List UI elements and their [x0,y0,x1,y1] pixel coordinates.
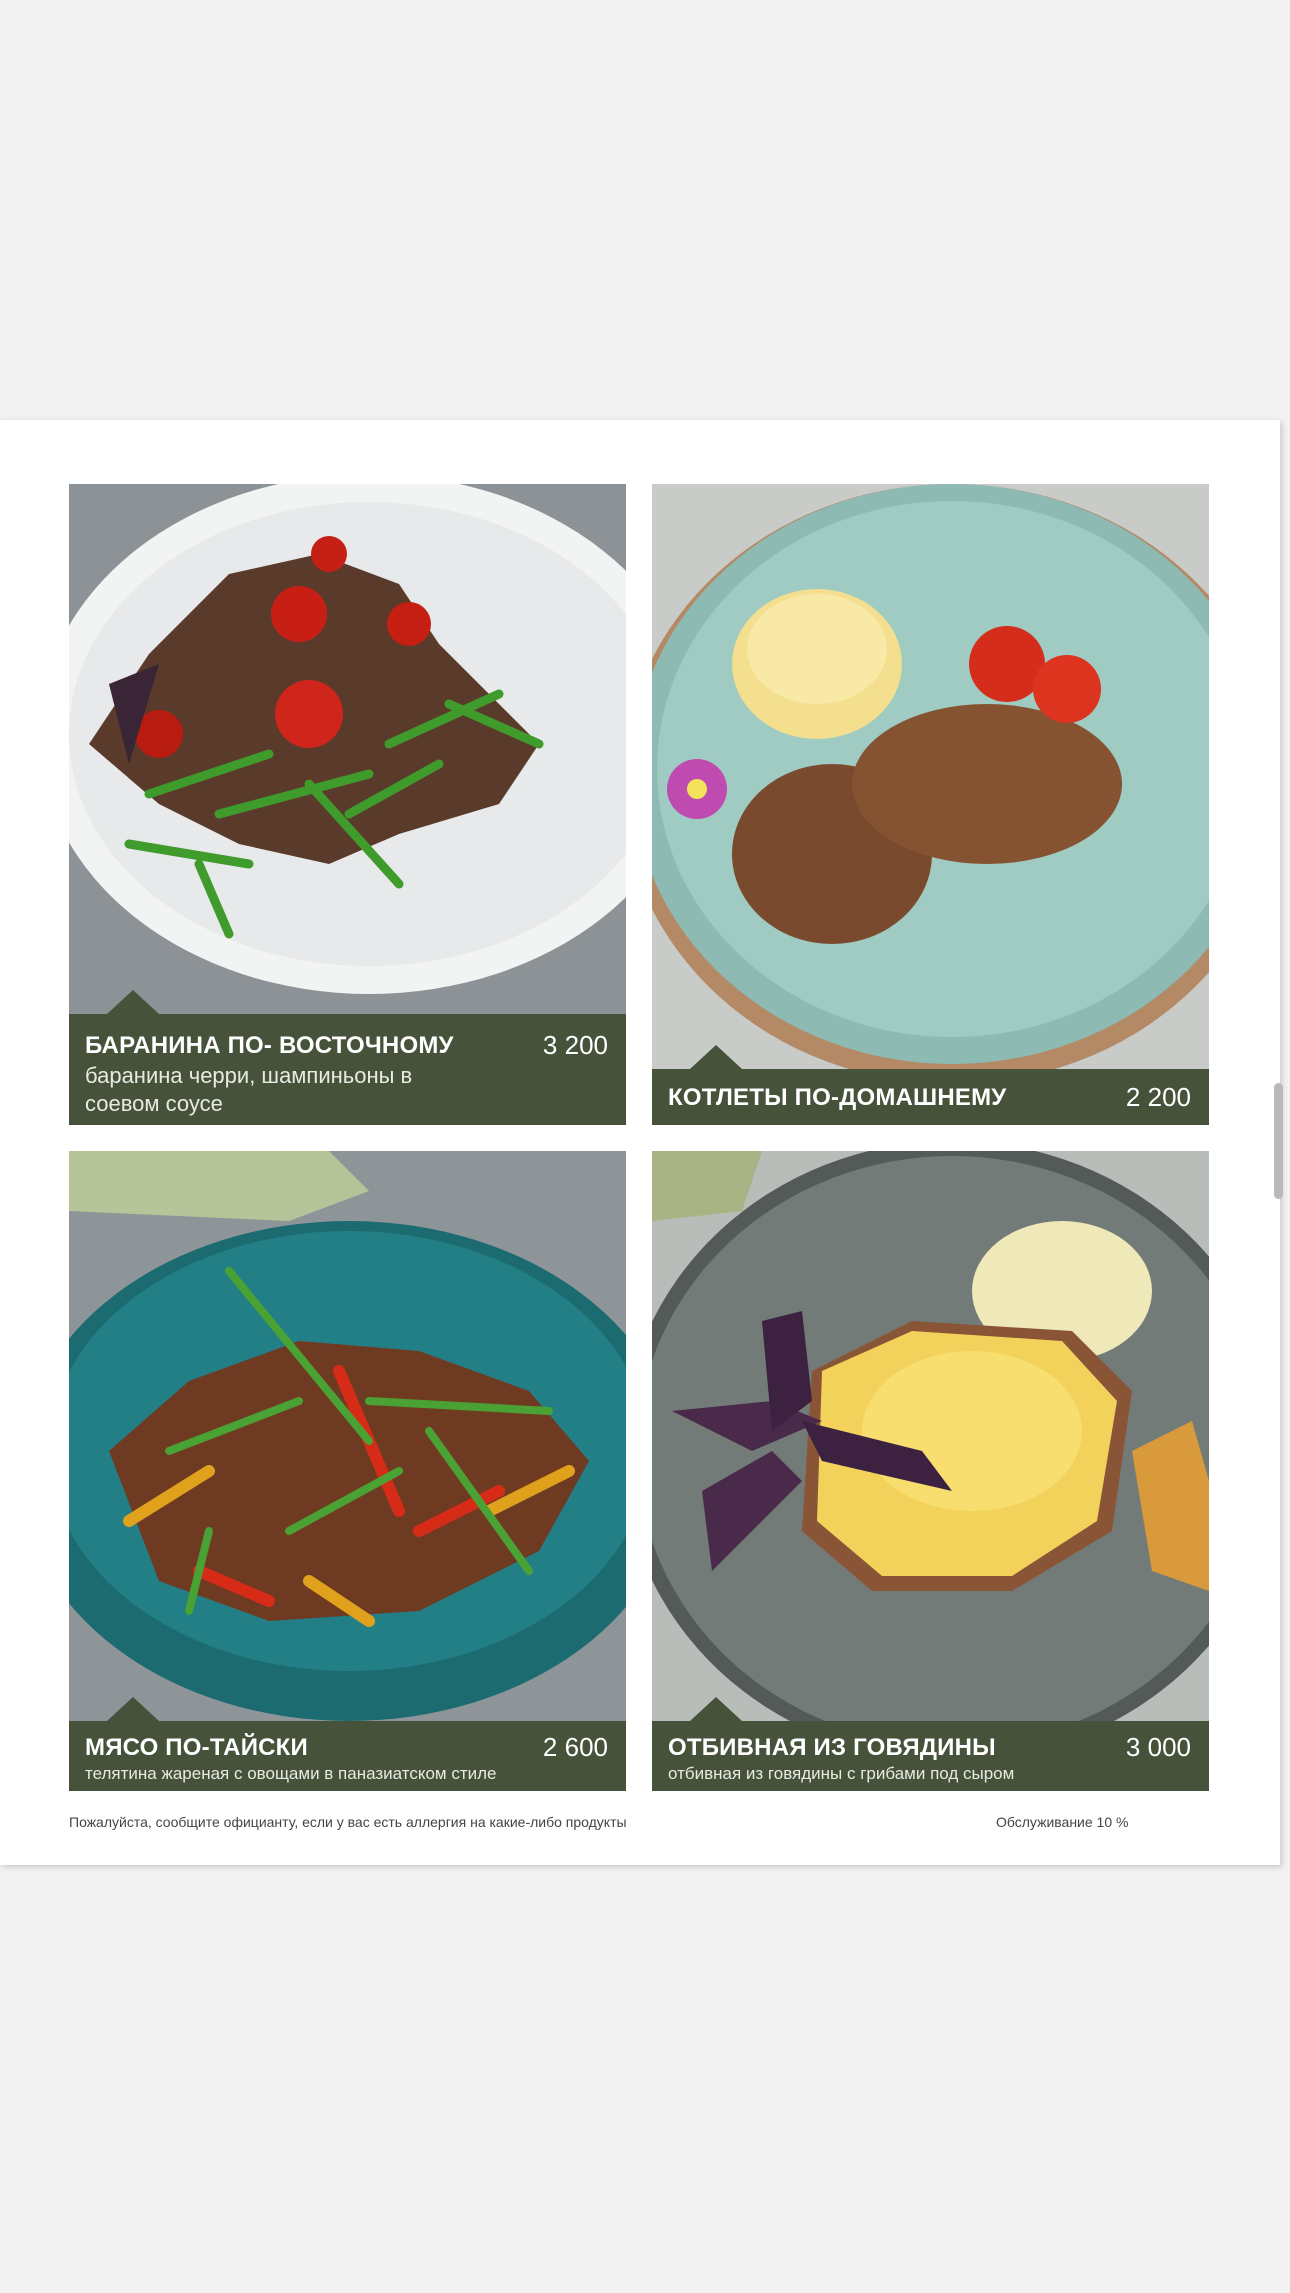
scrollbar-thumb[interactable] [1274,1083,1283,1199]
dish-photo-beef-chop [652,1151,1209,1721]
item-label-thai-meat: МЯСО ПО-ТАЙСКИ 2 600 телятина жареная с … [69,1697,626,1791]
item-description: баранина черри, шампиньоны в соевом соус… [85,1063,413,1116]
dish-photo-thai-meat [69,1151,626,1721]
item-label-beef-chop: ОТБИВНАЯ ИЗ ГОВЯДИНЫ 3 000 отбивная из г… [652,1697,1209,1791]
item-price: 2 200 [1125,1082,1191,1112]
label-notch [690,1697,742,1721]
menu-page: БАРАНИНА ПО- ВОСТОЧНОМУ 3 200 баранина ч… [0,420,1280,1865]
item-price: 3 000 [1125,1732,1191,1762]
item-title: МЯСО ПО-ТАЙСКИ [85,1734,308,1761]
item-price: 2 600 [542,1732,608,1762]
menu-item-card-thai-meat[interactable]: МЯСО ПО-ТАЙСКИ 2 600 телятина жареная с … [69,1151,626,1791]
item-description: телятина жареная с овощами в паназиатско… [85,1764,497,1783]
menu-item-card-lamb[interactable]: БАРАНИНА ПО- ВОСТОЧНОМУ 3 200 баранина ч… [69,484,626,1125]
item-title: ОТБИВНАЯ ИЗ ГОВЯДИНЫ [668,1734,996,1761]
dish-photo-cutlets [652,484,1209,1069]
item-price: 3 200 [542,1030,608,1060]
label-notch [690,1045,742,1069]
menu-item-card-beef-chop[interactable]: ОТБИВНАЯ ИЗ ГОВЯДИНЫ 3 000 отбивная из г… [652,1151,1209,1791]
item-description: отбивная из говядины с грибами под сыром [668,1764,1015,1783]
item-label-lamb: БАРАНИНА ПО- ВОСТОЧНОМУ 3 200 баранина ч… [69,990,626,1125]
label-notch [107,990,159,1014]
service-charge-note: Обслуживание 10 % [996,1814,1129,1830]
item-title: БАРАНИНА ПО- ВОСТОЧНОМУ [85,1032,454,1059]
item-title: КОТЛЕТЫ ПО-ДОМАШНЕМУ [668,1084,1007,1111]
item-label-cutlets: КОТЛЕТЫ ПО-ДОМАШНЕМУ 2 200 [652,1045,1209,1125]
menu-item-card-cutlets[interactable]: КОТЛЕТЫ ПО-ДОМАШНЕМУ 2 200 [652,484,1209,1125]
dish-photo-lamb [69,484,626,1029]
label-notch [107,1697,159,1721]
allergy-note: Пожалуйста, сообщите официанту, если у в… [69,1814,627,1830]
